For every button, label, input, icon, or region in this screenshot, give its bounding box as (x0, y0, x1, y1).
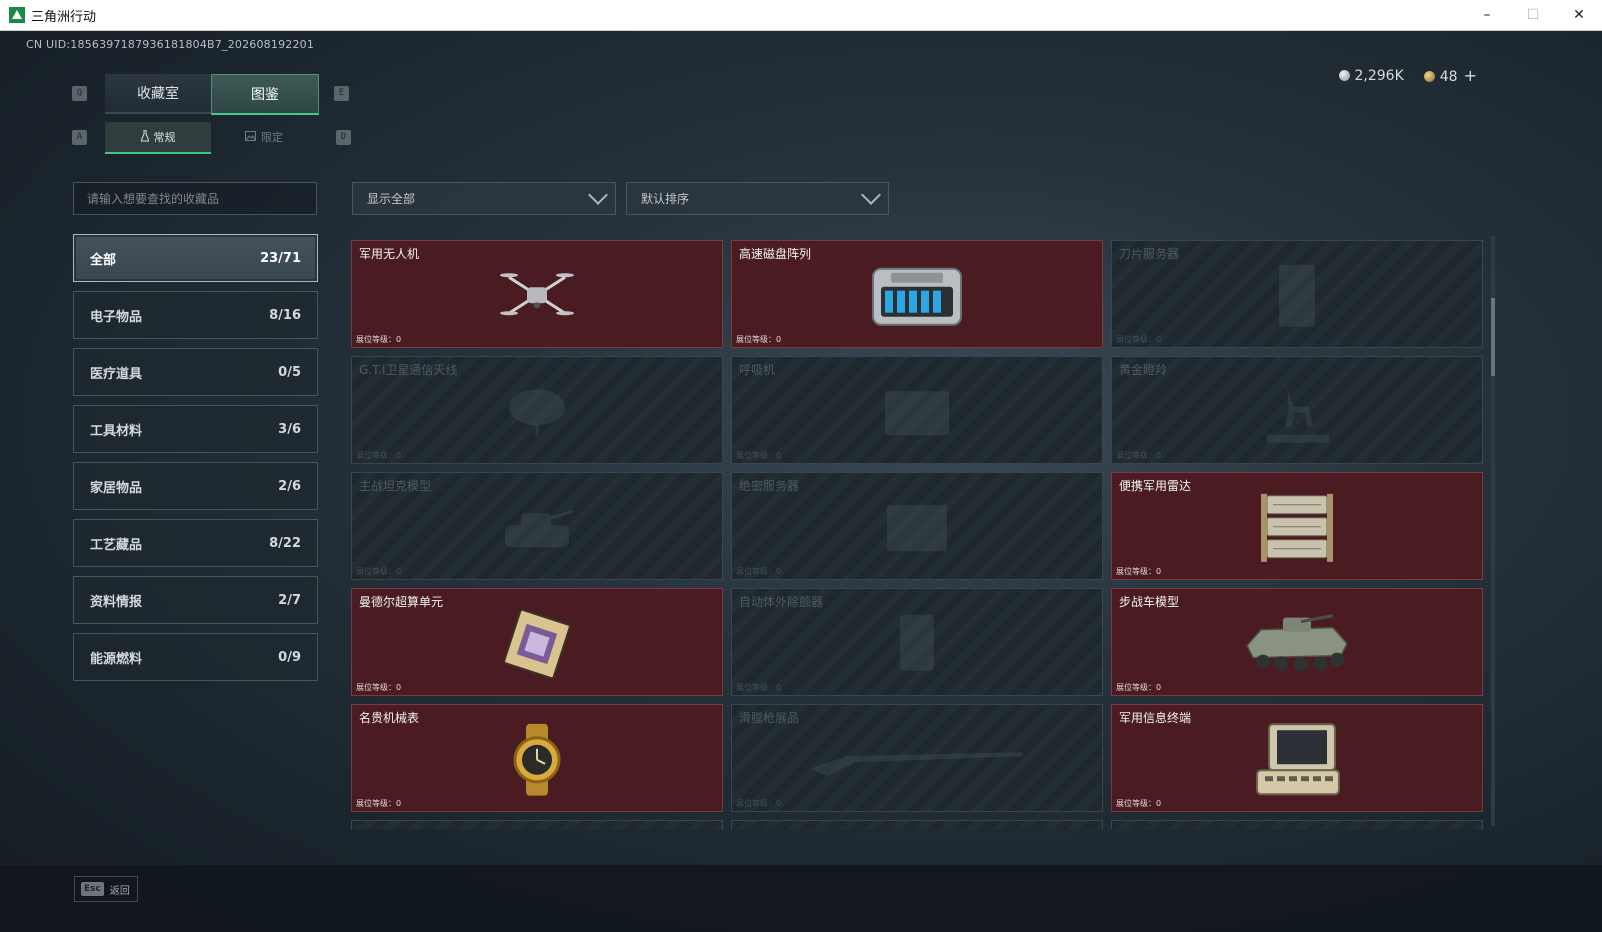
item-card[interactable]: 名贵机械表 展位等级：0 (351, 704, 723, 812)
item-card[interactable]: 滑膛枪展品 展位等级：0 (731, 704, 1103, 812)
window-titlebar: 三角洲行动 – ☐ ✕ (0, 0, 1602, 31)
key-hint-next-tab: E (334, 86, 349, 101)
item-card[interactable]: G.T.I卫星通信天线 展位等级：0 (351, 356, 723, 464)
tab-collection-room[interactable]: 收藏室 (105, 74, 211, 114)
image-icon (245, 130, 256, 144)
item-card[interactable]: 自动体外除颤器 展位等级：0 (731, 588, 1103, 696)
gazelle-icon (1257, 377, 1337, 451)
tank-icon (497, 497, 577, 561)
currency-bar: 2,296K 48 + (1338, 66, 1477, 85)
footer-bar (0, 865, 1602, 932)
collection-grid: 军用无人机 展位等级：0 高速磁盘阵列 展位等级：0 刀片服务器 展位等级：0 … (351, 240, 1484, 830)
item-card[interactable]: 高速磁盘阵列 展位等级：0 (731, 240, 1103, 348)
back-button[interactable]: Esc 返回 (74, 876, 138, 902)
search-input[interactable]: 请输入想要查找的收藏品 (73, 182, 317, 215)
satellite-dish-icon (502, 381, 572, 445)
item-card[interactable]: 便携军用雷达 展位等级：0 (1111, 472, 1483, 580)
category-intel[interactable]: 资料情报 2/7 (73, 576, 318, 624)
item-card[interactable]: 步战车模型 展位等级：0 (1111, 588, 1483, 696)
item-card[interactable]: 黄金瞪羚 展位等级：0 (1111, 356, 1483, 464)
flask-icon (139, 129, 150, 145)
gold-coin-icon (1423, 71, 1435, 82)
add-currency-button[interactable]: + (1464, 66, 1477, 85)
item-card[interactable]: 军用信息终端 展位等级：0 (1111, 704, 1483, 812)
uid-label: CN UID:1856397187936181804B7_20260819220… (26, 38, 315, 51)
musket-icon (807, 738, 1027, 782)
terminal-icon (1249, 720, 1345, 804)
item-card[interactable]: 主战坦克模型 展位等级：0 (351, 472, 723, 580)
item-card[interactable]: 曼德尔超算单元 展位等级：0 (351, 588, 723, 696)
category-crafts[interactable]: 工艺藏品 8/22 (73, 519, 318, 567)
key-hint-prev-subtab: A (72, 130, 87, 145)
chevron-down-icon (861, 185, 881, 205)
display-filter-dropdown[interactable]: 显示全部 (352, 182, 616, 215)
defibrillator-icon (892, 609, 942, 683)
ifv-icon (1241, 610, 1353, 682)
maximize-button[interactable]: ☐ (1510, 0, 1556, 30)
server-icon (877, 497, 957, 561)
item-card[interactable]: 军用无人机 展位等级：0 (351, 240, 723, 348)
item-card[interactable]: 刀片服务器 展位等级：0 (1111, 240, 1483, 348)
item-card[interactable] (731, 820, 1103, 830)
close-button[interactable]: ✕ (1556, 0, 1602, 30)
minimize-button[interactable]: – (1464, 0, 1510, 30)
drone-icon (497, 265, 577, 329)
watch-icon (502, 723, 572, 800)
category-tools[interactable]: 工具材料 3/6 (73, 405, 318, 453)
ventilator-icon (877, 381, 957, 445)
category-electronics[interactable]: 电子物品 8/16 (73, 291, 318, 339)
subtab-limited[interactable]: 限定 (211, 122, 317, 152)
grid-scrollbar-thumb[interactable] (1491, 298, 1495, 376)
category-energy[interactable]: 能源燃料 0/9 (73, 633, 318, 681)
gold-currency: 48 + (1423, 66, 1477, 85)
window-controls: – ☐ ✕ (1464, 0, 1602, 30)
window-title: 三角洲行动 (31, 9, 97, 25)
radar-icon (1257, 492, 1337, 568)
key-hint-next-subtab: D (336, 130, 351, 145)
item-card[interactable] (351, 820, 723, 830)
chevron-down-icon (588, 185, 608, 205)
item-card[interactable] (1111, 820, 1483, 830)
category-all[interactable]: 全部 23/71 (73, 234, 318, 282)
silver-currency: 2,296K (1338, 68, 1404, 84)
chip-icon (497, 606, 577, 686)
silver-coin-icon (1338, 69, 1350, 81)
app-logo-icon (9, 7, 25, 23)
subtab-regular[interactable]: 常规 (105, 122, 211, 154)
esc-key-hint: Esc (81, 882, 104, 896)
blade-server-icon (1275, 261, 1319, 335)
category-medical[interactable]: 医疗道具 0/5 (73, 348, 318, 396)
key-hint-prev-tab: Q (72, 86, 87, 101)
disk-array-icon (867, 261, 967, 335)
item-card[interactable]: 绝密服务器 展位等级：0 (731, 472, 1103, 580)
item-card[interactable]: 呼吸机 展位等级：0 (731, 356, 1103, 464)
sort-dropdown[interactable]: 默认排序 (626, 182, 889, 215)
category-home[interactable]: 家居物品 2/6 (73, 462, 318, 510)
tab-codex[interactable]: 图鉴 (211, 74, 319, 115)
